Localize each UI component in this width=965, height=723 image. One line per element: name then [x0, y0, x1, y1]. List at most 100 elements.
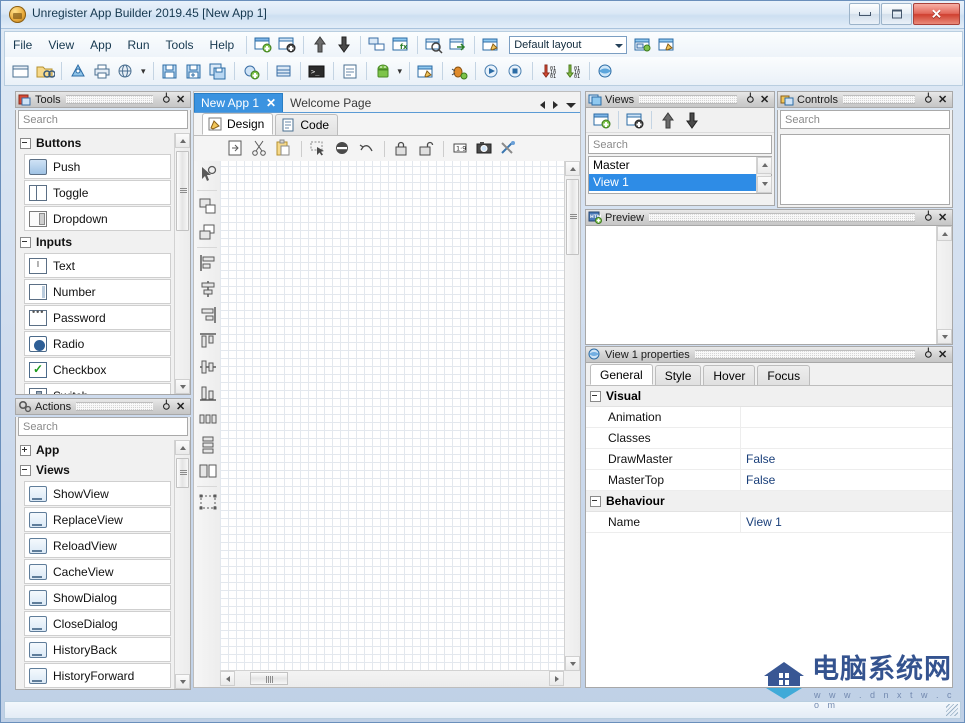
scroll-up-button[interactable] [175, 440, 190, 455]
action-item-cacheview[interactable]: CacheView [24, 559, 171, 584]
tool-item-password[interactable]: Password [24, 305, 171, 330]
designer-icon[interactable] [416, 62, 436, 81]
export-binary-icon[interactable]: 01 10 01 [563, 62, 583, 81]
document-icon[interactable] [340, 62, 360, 81]
tab-design[interactable]: Design [202, 113, 274, 135]
android-dropdown-arrow[interactable]: ▾ [398, 66, 403, 77]
views-scrollbar[interactable] [756, 157, 772, 193]
close-icon[interactable] [937, 348, 950, 361]
drag-handle[interactable] [694, 350, 915, 359]
collapse-icon[interactable] [20, 137, 31, 149]
align-middle-icon[interactable] [196, 355, 220, 379]
views-search-input[interactable]: Search [588, 135, 772, 154]
tab-welcome-page[interactable]: Welcome Page [283, 93, 379, 112]
scroll-up-button[interactable] [937, 226, 952, 241]
drag-handle[interactable] [842, 95, 915, 104]
drag-handle[interactable] [65, 95, 153, 104]
collapse-icon[interactable] [20, 236, 31, 248]
views-list-item-master[interactable]: Master [589, 157, 757, 174]
property-value[interactable]: View 1 [741, 515, 952, 529]
scroll-down-button[interactable] [565, 656, 580, 671]
menu-run[interactable]: Run [121, 35, 157, 55]
scrollbar-thumb[interactable] [176, 151, 189, 231]
collapse-icon[interactable] [590, 495, 601, 507]
menu-help[interactable]: Help [203, 35, 242, 55]
new-master-icon[interactable] [277, 35, 297, 54]
tab-new-app-1[interactable]: New App 1 ✕ [194, 93, 284, 112]
scrollbar-thumb[interactable] [566, 179, 579, 255]
menu-tools[interactable]: Tools [159, 35, 201, 55]
scroll-up-button[interactable] [175, 133, 190, 148]
select-icon[interactable] [309, 139, 329, 158]
tool-item-checkbox[interactable]: ✓ Checkbox [24, 357, 171, 382]
close-icon[interactable] [759, 93, 772, 106]
menu-file[interactable]: File [6, 35, 39, 55]
stop-icon[interactable] [506, 62, 526, 81]
maximize-button[interactable] [881, 3, 912, 25]
property-value[interactable]: False [741, 452, 952, 466]
controls-search-input[interactable]: Search [780, 110, 950, 129]
drag-handle[interactable] [76, 402, 153, 411]
actions-scrollbar[interactable] [174, 440, 190, 689]
property-row-drawmaster[interactable]: DrawMaster False [586, 449, 952, 470]
snapshot-icon[interactable] [475, 139, 495, 158]
drag-handle[interactable] [639, 95, 737, 104]
run-icon[interactable] [482, 62, 502, 81]
align-bottom-icon[interactable] [196, 381, 220, 405]
property-group-behaviour[interactable]: Behaviour [586, 491, 952, 512]
add-view-icon[interactable] [592, 111, 612, 130]
property-row-animation[interactable]: Animation [586, 407, 952, 428]
layout-combo[interactable]: Default layout [509, 35, 628, 54]
tab-hover[interactable]: Hover [703, 365, 756, 385]
unlock-icon[interactable] [416, 139, 436, 158]
android-icon[interactable] [373, 62, 393, 81]
send-to-back-icon[interactable] [196, 220, 220, 244]
tools-scrollbar[interactable] [174, 133, 190, 394]
resize-grip[interactable] [946, 704, 958, 716]
action-item-historyforward[interactable]: HistoryForward [24, 663, 171, 688]
undo-arrow-icon[interactable] [357, 139, 377, 158]
new-view-icon[interactable] [253, 35, 273, 54]
tools-search-input[interactable]: Search [18, 110, 188, 129]
tool-item-text[interactable]: I Text [24, 253, 171, 278]
scroll-up-button[interactable] [565, 161, 580, 176]
close-icon[interactable] [937, 211, 950, 224]
property-row-mastertop[interactable]: MasterTop False [586, 470, 952, 491]
tools-group-inputs[interactable]: Inputs [16, 232, 174, 252]
actions-group-views[interactable]: Views [16, 460, 174, 480]
tool-item-push[interactable]: Push [24, 154, 171, 179]
scrollbar-thumb[interactable] [250, 672, 288, 685]
debug-icon[interactable] [449, 62, 469, 81]
tab-list-dropdown[interactable] [566, 102, 576, 108]
property-row-name[interactable]: Name View 1 [586, 512, 952, 533]
pin-icon[interactable] [744, 93, 757, 106]
align-center-icon[interactable] [196, 277, 220, 301]
minimize-button[interactable] [849, 3, 880, 25]
close-icon[interactable] [937, 93, 950, 106]
distribute-vertical-icon[interactable] [196, 433, 220, 457]
action-item-reloadview[interactable]: ReloadView [24, 533, 171, 558]
scrollbar-thumb[interactable] [176, 458, 189, 488]
scroll-left-button[interactable] [220, 671, 235, 686]
scroll-down-button[interactable] [757, 176, 772, 193]
scroll-down-button[interactable] [175, 379, 190, 394]
align-left-icon[interactable] [196, 251, 220, 275]
menu-view[interactable]: View [41, 35, 81, 55]
distribute-horizontal-icon[interactable] [196, 407, 220, 431]
tab-focus[interactable]: Focus [757, 365, 811, 385]
globe-dropdown-arrow[interactable]: ▾ [141, 66, 146, 77]
drag-handle[interactable] [649, 213, 915, 222]
collapse-icon[interactable] [20, 464, 31, 476]
property-value[interactable]: False [741, 473, 952, 487]
canvas-hscrollbar[interactable] [220, 670, 564, 687]
tab-code[interactable]: Code [275, 114, 339, 135]
same-size-icon[interactable] [196, 459, 220, 483]
edit-icon[interactable] [481, 35, 501, 54]
controls-list[interactable] [780, 134, 950, 205]
export-icon[interactable] [448, 35, 468, 54]
move-down-icon[interactable] [682, 111, 702, 130]
db-icon[interactable] [274, 62, 294, 81]
action-item-replaceview[interactable]: ReplaceView [24, 507, 171, 532]
tab-style[interactable]: Style [654, 365, 702, 385]
menu-app[interactable]: App [83, 35, 118, 55]
